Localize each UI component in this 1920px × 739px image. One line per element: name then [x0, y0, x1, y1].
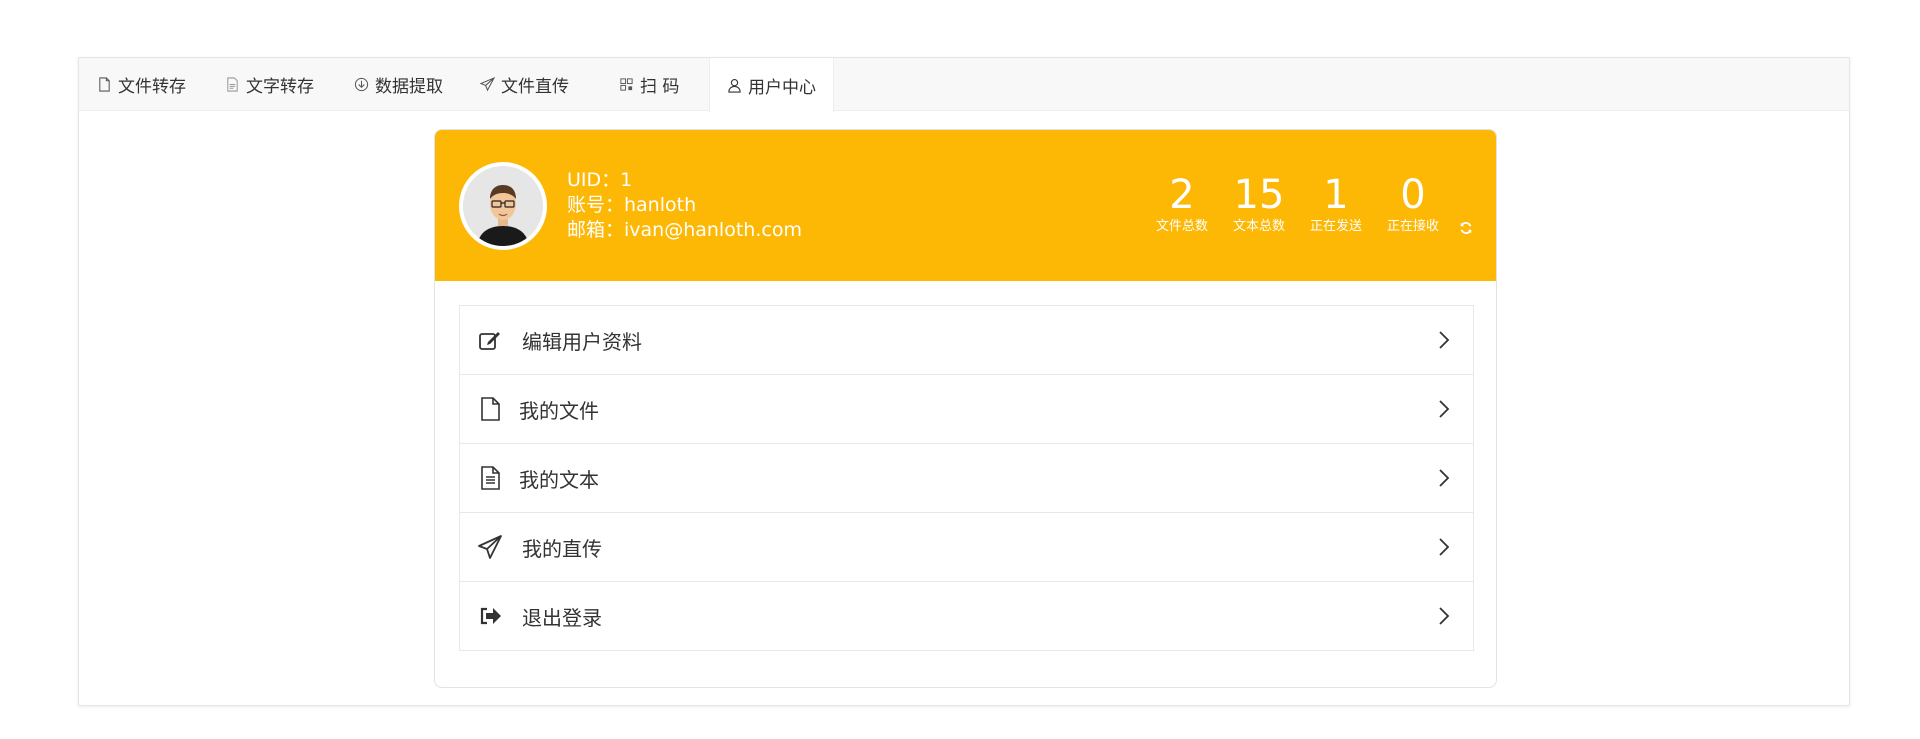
tab-label: 扫 码 [640, 77, 680, 97]
chevron-right-icon [1439, 469, 1450, 487]
download-circle-icon [354, 77, 369, 92]
qrcode-icon [620, 78, 633, 91]
menu-edit-profile[interactable]: 编辑用户资料 [460, 306, 1473, 375]
tab-file-transfer[interactable]: 文件转存 [97, 58, 186, 111]
menu-label: 编辑用户资料 [522, 329, 642, 354]
text-file-icon [227, 77, 238, 92]
tab-label: 用户中心 [748, 77, 816, 98]
stat-value: 2 [1169, 172, 1195, 218]
refresh-icon[interactable] [1459, 221, 1473, 235]
tab-label: 文件直传 [501, 77, 569, 97]
user-avatar-illustration [463, 166, 543, 246]
menu-my-texts[interactable]: 我的文本 [460, 444, 1473, 513]
chevron-right-icon [1439, 538, 1450, 556]
file-icon [99, 77, 110, 92]
paper-plane-icon [480, 77, 495, 92]
menu-my-files[interactable]: 我的文件 [460, 375, 1473, 444]
user-email: 邮箱：ivan@hanloth.com [567, 219, 802, 241]
chevron-right-icon [1439, 607, 1450, 625]
stat-file-total[interactable]: 2 文件总数 [1151, 172, 1213, 236]
edit-icon [479, 332, 500, 350]
tab-text-transfer[interactable]: 文字转存 [225, 58, 314, 111]
stat-text-total[interactable]: 15 文本总数 [1228, 172, 1290, 236]
stat-label: 正在发送 [1309, 219, 1362, 234]
user-info: UID：1 账号：hanloth 邮箱：ivan@hanloth.com [567, 168, 802, 243]
paper-plane-icon [478, 535, 502, 559]
file-icon [481, 397, 500, 421]
user-uid: UID：1 [567, 169, 633, 191]
user-account: 账号：hanloth [567, 194, 697, 216]
tab-label: 文件转存 [118, 77, 186, 97]
menu-label: 我的直传 [522, 536, 602, 561]
user-icon [728, 78, 741, 93]
tab-user-center[interactable]: 用户中心 [709, 58, 834, 112]
tab-data-extract[interactable]: 数据提取 [354, 58, 443, 111]
user-menu: 编辑用户资料 我的文件 我的文本 我的直传 退出登录 [459, 305, 1474, 651]
stat-value: 1 [1323, 172, 1349, 218]
stat-sending[interactable]: 1 正在发送 [1305, 172, 1367, 236]
stat-value: 0 [1400, 172, 1426, 218]
chevron-right-icon [1439, 400, 1450, 418]
stat-receiving[interactable]: 0 正在接收 [1382, 172, 1444, 236]
sign-out-icon [480, 607, 501, 625]
main-panel: 文件转存 文字转存 数据提取 文件直传 扫 码 用户中心 UID：1 账号：ha… [78, 57, 1850, 706]
profile-header: UID：1 账号：hanloth 邮箱：ivan@hanloth.com 2 文… [435, 130, 1496, 281]
chevron-right-icon [1439, 331, 1450, 349]
menu-label: 我的文件 [519, 398, 599, 423]
menu-my-direct-transfers[interactable]: 我的直传 [460, 513, 1473, 582]
tab-label: 数据提取 [375, 77, 443, 97]
menu-logout[interactable]: 退出登录 [460, 582, 1473, 650]
stat-label: 正在接收 [1386, 219, 1439, 234]
menu-label: 退出登录 [522, 605, 602, 630]
stat-label: 文本总数 [1232, 219, 1285, 234]
stat-value: 15 [1233, 172, 1285, 218]
document-text-icon [481, 466, 500, 490]
tab-direct-transfer[interactable]: 文件直传 [480, 58, 569, 111]
tab-label: 文字转存 [246, 77, 314, 97]
tab-scan[interactable]: 扫 码 [619, 58, 679, 111]
tab-bar: 文件转存 文字转存 数据提取 文件直传 扫 码 用户中心 [79, 58, 1849, 112]
menu-label: 我的文本 [519, 467, 599, 492]
user-center-card: UID：1 账号：hanloth 邮箱：ivan@hanloth.com 2 文… [434, 129, 1497, 688]
stat-label: 文件总数 [1155, 219, 1208, 234]
avatar [459, 162, 547, 250]
